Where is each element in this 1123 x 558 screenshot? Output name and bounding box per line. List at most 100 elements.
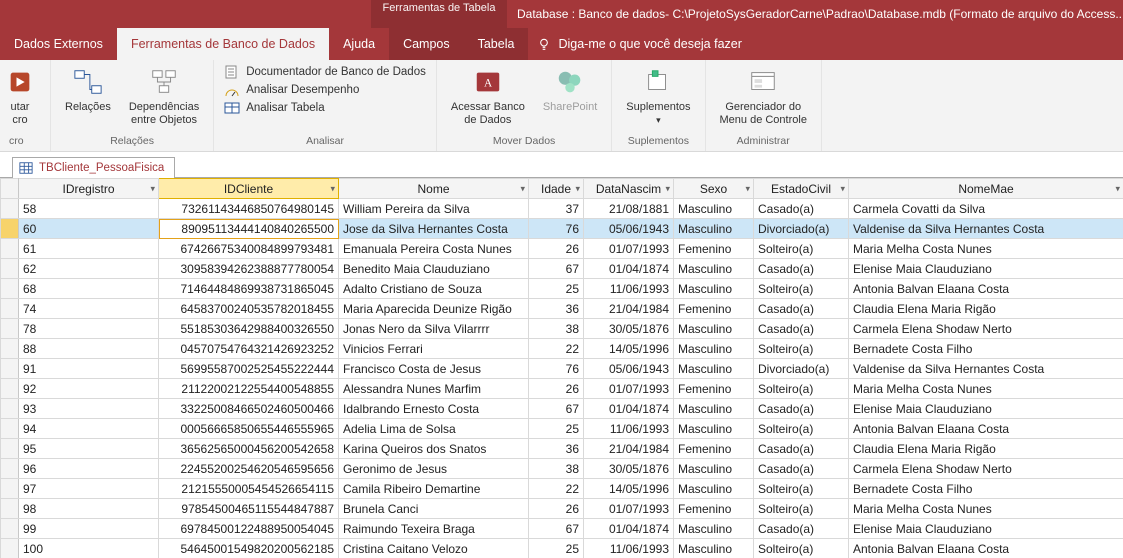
cell-idregistro[interactable]: 61 xyxy=(19,239,159,259)
table-row[interactable]: 7464583700240535782018455Maria Aparecida… xyxy=(1,299,1123,319)
cell-sexo[interactable]: Masculino xyxy=(674,199,754,219)
cell-nomemae[interactable]: Valdenise da Silva Hernantes Costa xyxy=(849,359,1123,379)
cell-datanascim[interactable]: 01/04/1874 xyxy=(584,399,674,419)
cell-nomemae[interactable]: Elenise Maia Clauduziano xyxy=(849,519,1123,539)
cell-sexo[interactable]: Femenino xyxy=(674,299,754,319)
table-row[interactable]: 6230958394262388877780054Benedito Maia C… xyxy=(1,259,1123,279)
select-all-corner[interactable] xyxy=(1,179,19,199)
table-row[interactable]: 8804570754764321426923252Vinicios Ferrar… xyxy=(1,339,1123,359)
cell-datanascim[interactable]: 11/06/1993 xyxy=(584,279,674,299)
cell-idcliente[interactable]: 04570754764321426923252 xyxy=(159,339,339,359)
cell-idade[interactable]: 37 xyxy=(529,199,584,219)
cell-datanascim[interactable]: 21/08/1881 xyxy=(584,199,674,219)
cell-estadocivil[interactable]: Casado(a) xyxy=(754,519,849,539)
col-header-estadocivil[interactable]: EstadoCivil▾ xyxy=(754,179,849,199)
chevron-down-icon[interactable]: ▾ xyxy=(745,183,750,194)
cell-sexo[interactable]: Masculino xyxy=(674,259,754,279)
switchboard-manager-button[interactable]: Gerenciador do Menu de Controle xyxy=(716,64,811,129)
chevron-down-icon[interactable]: ▾ xyxy=(150,183,155,194)
cell-datanascim[interactable]: 30/05/1876 xyxy=(584,459,674,479)
cell-sexo[interactable]: Masculino xyxy=(674,539,754,558)
cell-nome[interactable]: Emanuala Pereira Costa Nunes xyxy=(339,239,529,259)
cell-nome[interactable]: Karina Queiros dos Snatos xyxy=(339,439,529,459)
cell-sexo[interactable]: Masculino xyxy=(674,319,754,339)
relationships-button[interactable]: Relações xyxy=(61,64,115,116)
cell-idregistro[interactable]: 91 xyxy=(19,359,159,379)
cell-nome[interactable]: Raimundo Texeira Braga xyxy=(339,519,529,539)
cell-datanascim[interactable]: 21/04/1984 xyxy=(584,299,674,319)
table-row[interactable]: 9156995587002525455222444Francisco Costa… xyxy=(1,359,1123,379)
cell-idade[interactable]: 26 xyxy=(529,379,584,399)
cell-nomemae[interactable]: Antonia Balvan Elaana Costa xyxy=(849,279,1123,299)
row-selector[interactable] xyxy=(1,319,19,339)
row-selector[interactable] xyxy=(1,419,19,439)
cell-estadocivil[interactable]: Divorciado(a) xyxy=(754,359,849,379)
table-row[interactable]: 9400056665850655446555965Adelia Lima de … xyxy=(1,419,1123,439)
row-selector[interactable] xyxy=(1,519,19,539)
cell-idcliente[interactable]: 71464484869938731865045 xyxy=(159,279,339,299)
cell-datanascim[interactable]: 14/05/1996 xyxy=(584,339,674,359)
cell-nomemae[interactable]: Bernadete Costa Filho xyxy=(849,479,1123,499)
document-tab[interactable]: TBCliente_PessoaFisica xyxy=(12,157,175,178)
cell-nome[interactable]: Benedito Maia Clauduziano xyxy=(339,259,529,279)
cell-sexo[interactable]: Femenino xyxy=(674,379,754,399)
cell-idcliente[interactable]: 64583700240535782018455 xyxy=(159,299,339,319)
table-row[interactable]: 6167426675340084899793481Emanuala Pereir… xyxy=(1,239,1123,259)
cell-estadocivil[interactable]: Solteiro(a) xyxy=(754,339,849,359)
cell-nome[interactable]: Idalbrando Ernesto Costa xyxy=(339,399,529,419)
row-selector[interactable] xyxy=(1,359,19,379)
tell-me-search[interactable]: Diga-me o que você deseja fazer xyxy=(536,36,741,52)
cell-nomemae[interactable]: Carmela Elena Shodaw Nerto xyxy=(849,319,1123,339)
cell-idcliente[interactable]: 97854500465115544847887 xyxy=(159,499,339,519)
tab-ferramentas-bd[interactable]: Ferramentas de Banco de Dados xyxy=(117,28,329,60)
cell-idcliente[interactable]: 54645001549820200562185 xyxy=(159,539,339,558)
cell-nomemae[interactable]: Antonia Balvan Elaana Costa xyxy=(849,419,1123,439)
table-row[interactable]: 5873261143446850764980145William Pereira… xyxy=(1,199,1123,219)
cell-idcliente[interactable]: 56995587002525455222444 xyxy=(159,359,339,379)
cell-idcliente[interactable]: 21215550005454526654115 xyxy=(159,479,339,499)
table-row[interactable]: 9622455200254620546595656Geronimo de Jes… xyxy=(1,459,1123,479)
cell-estadocivil[interactable]: Casado(a) xyxy=(754,259,849,279)
cell-sexo[interactable]: Masculino xyxy=(674,219,754,239)
cell-nomemae[interactable]: Valdenise da Silva Hernantes Costa xyxy=(849,219,1123,239)
cell-nomemae[interactable]: Maria Melha Costa Nunes xyxy=(849,379,1123,399)
cell-sexo[interactable]: Masculino xyxy=(674,399,754,419)
cell-nomemae[interactable]: Claudia Elena Maria Rigão xyxy=(849,299,1123,319)
cell-nome[interactable]: Adalto Cristiano de Souza xyxy=(339,279,529,299)
col-header-idregistro[interactable]: IDregistro▾ xyxy=(19,179,159,199)
row-selector[interactable] xyxy=(1,459,19,479)
cell-idade[interactable]: 67 xyxy=(529,519,584,539)
row-selector[interactable] xyxy=(1,239,19,259)
cell-estadocivil[interactable]: Solteiro(a) xyxy=(754,499,849,519)
cell-nome[interactable]: Jose da Silva Hernantes Costa xyxy=(339,219,529,239)
table-row[interactable]: 6871464484869938731865045Adalto Cristian… xyxy=(1,279,1123,299)
cell-idcliente[interactable]: 33225008466502460500466 xyxy=(159,399,339,419)
cell-idregistro[interactable]: 95 xyxy=(19,439,159,459)
cell-nomemae[interactable]: Maria Melha Costa Nunes xyxy=(849,499,1123,519)
chevron-down-icon[interactable]: ▾ xyxy=(575,183,580,194)
tab-tabela[interactable]: Tabela xyxy=(464,28,529,60)
cell-estadocivil[interactable]: Casado(a) xyxy=(754,399,849,419)
add-ins-button[interactable]: Suplementos▾ xyxy=(622,64,694,129)
table-row[interactable]: 9536562565000456200542658Karina Queiros … xyxy=(1,439,1123,459)
cell-nomemae[interactable]: Elenise Maia Clauduziano xyxy=(849,259,1123,279)
cell-nomemae[interactable]: Carmela Covatti da Silva xyxy=(849,199,1123,219)
cell-idade[interactable]: 36 xyxy=(529,299,584,319)
cell-estadocivil[interactable]: Casado(a) xyxy=(754,319,849,339)
row-selector[interactable] xyxy=(1,539,19,558)
cell-idcliente[interactable]: 21122002122554400548855 xyxy=(159,379,339,399)
cell-idade[interactable]: 76 xyxy=(529,359,584,379)
cell-idade[interactable]: 25 xyxy=(529,539,584,558)
table-row[interactable]: 9969784500122488950054045Raimundo Texeir… xyxy=(1,519,1123,539)
cell-idregistro[interactable]: 99 xyxy=(19,519,159,539)
cell-idade[interactable]: 67 xyxy=(529,399,584,419)
cell-sexo[interactable]: Masculino xyxy=(674,479,754,499)
cell-estadocivil[interactable]: Solteiro(a) xyxy=(754,539,849,558)
cell-idregistro[interactable]: 88 xyxy=(19,339,159,359)
cell-datanascim[interactable]: 30/05/1876 xyxy=(584,319,674,339)
table-row[interactable]: 9333225008466502460500466Idalbrando Erne… xyxy=(1,399,1123,419)
cell-idade[interactable]: 26 xyxy=(529,239,584,259)
col-header-nome[interactable]: Nome▾ xyxy=(339,179,529,199)
run-macro-button[interactable]: utar cro xyxy=(0,64,40,129)
database-documenter-button[interactable]: Documentador de Banco de Dados xyxy=(224,64,426,80)
